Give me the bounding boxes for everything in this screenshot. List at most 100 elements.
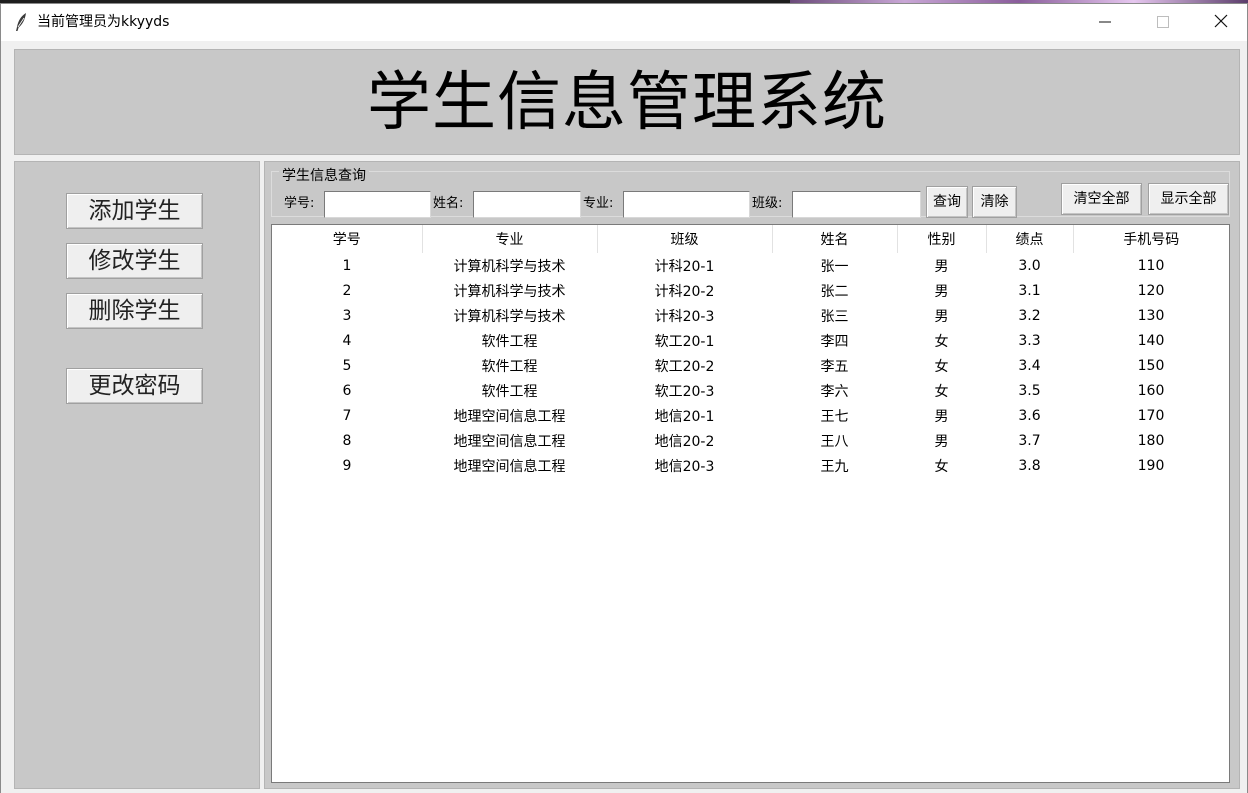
table-cell: 地信20-1 xyxy=(654,408,715,425)
change-password-button[interactable]: 更改密码 xyxy=(66,368,203,404)
table-cell: 3.4 xyxy=(1018,357,1041,374)
class-label: 班级: xyxy=(752,196,783,211)
table-row[interactable]: 1 计算机科学与技术 计科20-1 张一 男 3.0 110 xyxy=(272,253,1229,278)
search-button[interactable]: 查询 xyxy=(926,186,968,218)
table-cell: 软工20-2 xyxy=(654,358,715,375)
student-id-input[interactable] xyxy=(324,191,431,218)
maximize-icon xyxy=(1157,13,1169,32)
table-cell: 张二 xyxy=(820,283,849,300)
add-student-button[interactable]: 添加学生 xyxy=(66,193,203,229)
maximize-button[interactable] xyxy=(1134,4,1192,40)
table-cell: 3.6 xyxy=(1018,407,1041,424)
table-row[interactable]: 9 地理空间信息工程 地信20-3 王九 女 3.8 190 xyxy=(272,453,1229,478)
edit-student-button[interactable]: 修改学生 xyxy=(66,243,203,279)
query-group-label: 学生信息查询 xyxy=(279,168,369,184)
column-header[interactable]: 手机号码 xyxy=(1073,225,1229,253)
table-cell: 170 xyxy=(1137,407,1165,424)
column-header[interactable]: 班级 xyxy=(597,225,773,253)
table-cell: 男 xyxy=(934,433,949,450)
table-cell: 李六 xyxy=(820,383,849,400)
student-table[interactable]: 学号 专业 班级 姓名 性别 绩点 手机号码 1 计算机科学与技术 计科20-1 张一男 3.0 11… xyxy=(271,224,1230,783)
table-cell: 3.2 xyxy=(1018,307,1041,324)
table-cell: 计科20-2 xyxy=(654,283,715,300)
table-row[interactable]: 7 地理空间信息工程 地信20-1 王七 男 3.6 170 xyxy=(272,403,1229,428)
table-cell: 3.5 xyxy=(1018,382,1041,399)
table-row[interactable]: 5 软件工程 软工20-2 李五 女 3.4 150 xyxy=(272,353,1229,378)
table-cell: 150 xyxy=(1137,357,1165,374)
table-cell: 120 xyxy=(1137,282,1165,299)
table-row[interactable]: 3 计算机科学与技术 计科20-3 张三 男 3.2 130 xyxy=(272,303,1229,328)
table-cell: 软件工程 xyxy=(481,358,538,375)
close-button[interactable] xyxy=(1192,4,1248,40)
table-cell: 7 xyxy=(342,407,352,424)
table-cell: 8 xyxy=(342,432,352,449)
major-label: 专业: xyxy=(583,196,614,211)
table-cell: 地信20-2 xyxy=(654,433,715,450)
table-row[interactable]: 2 计算机科学与技术 计科20-2 张二 男 3.1 120 xyxy=(272,278,1229,303)
table-cell: 190 xyxy=(1137,457,1165,474)
page-title: 学生信息管理系统 xyxy=(367,66,887,140)
feather-icon xyxy=(13,12,29,32)
main-panel: 学生信息查询 学号: 姓名: 专业: 班级: 查询 清除 清空全部 显示全部 学… xyxy=(264,161,1240,789)
table-cell: 张一 xyxy=(820,258,849,275)
table-cell: 4 xyxy=(342,332,352,349)
table-cell: 软件工程 xyxy=(481,333,538,350)
table-cell: 软工20-3 xyxy=(654,383,715,400)
table-cell: 110 xyxy=(1137,257,1165,274)
student-id-label: 学号: xyxy=(284,196,315,211)
header-panel: 学生信息管理系统 xyxy=(14,49,1240,155)
table-cell: 男 xyxy=(934,308,949,325)
table-cell: 软工20-1 xyxy=(654,333,715,350)
app-window: 当前管理员为kkyyds 学生信息管理系统 添加学生 修改学生 删除学生 更改密… xyxy=(0,3,1248,793)
close-icon xyxy=(1214,13,1228,32)
table-cell: 地理空间信息工程 xyxy=(453,408,566,425)
table-row[interactable]: 8 地理空间信息工程 地信20-2 王八 男 3.7 180 xyxy=(272,428,1229,453)
column-header[interactable]: 学号 xyxy=(272,225,423,253)
table-header-row: 学号 专业 班级 姓名 性别 绩点 手机号码 xyxy=(272,225,1229,253)
table-cell: 计算机科学与技术 xyxy=(453,258,566,275)
table-cell: 男 xyxy=(934,258,949,275)
table-cell: 9 xyxy=(342,457,352,474)
table-cell: 王七 xyxy=(820,408,849,425)
table-cell: 地理空间信息工程 xyxy=(453,458,566,475)
table-cell: 2 xyxy=(342,282,352,299)
table-cell: 计算机科学与技术 xyxy=(453,283,566,300)
table-cell: 3.0 xyxy=(1018,257,1041,274)
class-input[interactable] xyxy=(792,191,921,218)
table-cell: 6 xyxy=(342,382,352,399)
minimize-button[interactable] xyxy=(1076,4,1134,40)
column-header[interactable]: 绩点 xyxy=(986,225,1074,253)
table-cell: 3.7 xyxy=(1018,432,1041,449)
table-cell: 李五 xyxy=(820,358,849,375)
clear-button[interactable]: 清除 xyxy=(972,186,1017,218)
table-cell: 180 xyxy=(1137,432,1165,449)
table-cell: 地信20-3 xyxy=(654,458,715,475)
show-all-button[interactable]: 显示全部 xyxy=(1148,183,1229,215)
table-cell: 地理空间信息工程 xyxy=(453,433,566,450)
table-row[interactable]: 6 软件工程 软工20-3 李六 女 3.5 160 xyxy=(272,378,1229,403)
table-cell: 130 xyxy=(1137,307,1165,324)
minimize-icon xyxy=(1099,13,1111,32)
table-cell: 女 xyxy=(934,383,949,400)
table-cell: 计科20-3 xyxy=(654,308,715,325)
major-input[interactable] xyxy=(623,191,750,218)
column-header[interactable]: 专业 xyxy=(422,225,598,253)
window-title: 当前管理员为kkyyds xyxy=(37,14,170,30)
table-cell: 女 xyxy=(934,333,949,350)
table-cell: 1 xyxy=(342,257,352,274)
sidebar: 添加学生 修改学生 删除学生 更改密码 xyxy=(14,161,260,789)
table-cell: 李四 xyxy=(820,333,849,350)
table-cell: 5 xyxy=(342,357,352,374)
table-row[interactable]: 4 软件工程 软工20-1 李四 女 3.3 140 xyxy=(272,328,1229,353)
table-cell: 3 xyxy=(342,307,352,324)
column-header[interactable]: 姓名 xyxy=(772,225,898,253)
table-cell: 张三 xyxy=(820,308,849,325)
column-header[interactable]: 性别 xyxy=(897,225,987,253)
clear-all-button[interactable]: 清空全部 xyxy=(1061,183,1142,215)
title-bar[interactable]: 当前管理员为kkyyds xyxy=(1,4,1247,40)
name-input[interactable] xyxy=(473,191,581,218)
delete-student-button[interactable]: 删除学生 xyxy=(66,293,203,329)
table-cell: 软件工程 xyxy=(481,383,538,400)
table-cell: 男 xyxy=(934,283,949,300)
table-cell: 王八 xyxy=(820,433,849,450)
